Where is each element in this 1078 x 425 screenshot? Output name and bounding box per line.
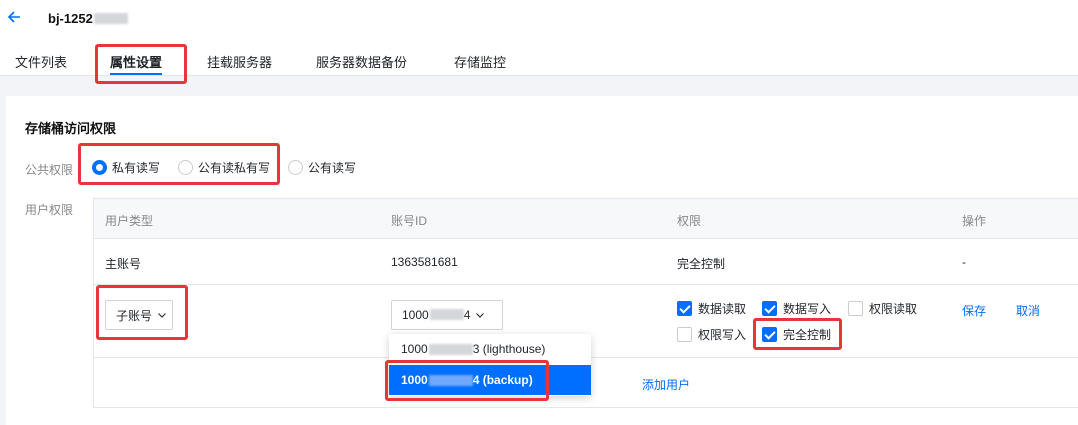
header-action: 操作: [962, 214, 987, 228]
radio-circle: [178, 160, 193, 175]
radio-circle: [288, 160, 303, 175]
table-header: 用户类型 账号ID 权限 操作: [94, 199, 1078, 239]
account-id-select[interactable]: 1000 4: [391, 300, 503, 330]
redacted-text: [429, 309, 464, 320]
radio-label: 公有读写: [308, 161, 357, 175]
bucket-title: bj-1252: [48, 11, 128, 26]
header-account-id: 账号ID: [391, 214, 428, 228]
checkbox-box: [848, 301, 863, 316]
tab-properties[interactable]: 属性设置: [110, 52, 163, 75]
user-type-select[interactable]: 子账号: [105, 300, 173, 330]
tab-storage-monitor[interactable]: 存储监控: [454, 52, 506, 71]
user-permission-label: 用户权限: [25, 203, 74, 217]
section-title: 存储桶访问权限: [25, 121, 117, 136]
tab-mount-server[interactable]: 挂载服务器: [207, 52, 272, 71]
tab-bar: 文件列表 属性设置 挂载服务器 服务器数据备份 存储监控: [0, 40, 1078, 76]
checkbox-acl-read[interactable]: 权限读取: [848, 300, 917, 317]
save-button[interactable]: 保存: [962, 302, 986, 319]
checkbox-data-write[interactable]: 数据写入: [762, 300, 831, 317]
dropdown-option-backup[interactable]: 1000 4 (backup): [389, 365, 591, 395]
main-account-permission: 完全控制: [677, 257, 726, 271]
main-account-type: 主账号: [105, 257, 142, 271]
cancel-button[interactable]: 取消: [1016, 302, 1040, 319]
radio-public-rw[interactable]: 公有读写: [288, 159, 356, 176]
select-value: 1000 4: [402, 308, 471, 322]
checkbox-label: 数据写入: [783, 302, 832, 316]
header-user-type: 用户类型: [105, 214, 154, 228]
arrow-left-icon[interactable]: [6, 9, 22, 25]
chevron-down-icon: [476, 312, 485, 318]
checkbox-label: 完全控制: [783, 328, 832, 342]
account-dropdown-menu: 1000 3 (lighthouse) 1000 4 (backup): [389, 334, 591, 396]
checkbox-acl-write[interactable]: 权限写入: [677, 326, 746, 343]
main-account-id: 1363581681: [391, 255, 458, 269]
checkbox-box: [677, 301, 692, 316]
table-row: 主账号 1363581681 完全控制 -: [94, 239, 1078, 285]
redacted-text: [428, 343, 473, 355]
checkbox-data-read[interactable]: 数据读取: [677, 300, 746, 317]
redacted-text: [428, 374, 473, 386]
checkbox-box: [677, 327, 692, 342]
top-bar: bj-1252: [0, 0, 1078, 40]
checkbox-box: [762, 327, 777, 342]
checkbox-box: [762, 301, 777, 316]
chevron-down-icon: [158, 312, 166, 318]
radio-public-read-private-write[interactable]: 公有读私有写: [178, 159, 270, 176]
checkbox-label: 权限写入: [698, 328, 747, 342]
header-permission: 权限: [677, 214, 702, 228]
radio-label: 公有读私有写: [198, 161, 271, 175]
radio-private-rw[interactable]: 私有读写: [92, 159, 160, 176]
tab-file-list[interactable]: 文件列表: [15, 52, 67, 71]
main-account-action: -: [962, 255, 966, 269]
checkbox-label: 权限读取: [869, 302, 918, 316]
add-user-button[interactable]: 添加用户: [642, 376, 690, 393]
redacted-text: [93, 13, 128, 24]
checkbox-full-control[interactable]: 完全控制: [762, 326, 831, 343]
select-value: 子账号: [116, 308, 153, 323]
radio-circle: [92, 160, 107, 175]
radio-label: 私有读写: [112, 161, 161, 175]
dropdown-option-lighthouse[interactable]: 1000 3 (lighthouse): [389, 334, 591, 364]
public-permission-label: 公共权限: [25, 163, 74, 177]
checkbox-label: 数据读取: [698, 302, 747, 316]
tab-server-backup[interactable]: 服务器数据备份: [316, 52, 407, 71]
